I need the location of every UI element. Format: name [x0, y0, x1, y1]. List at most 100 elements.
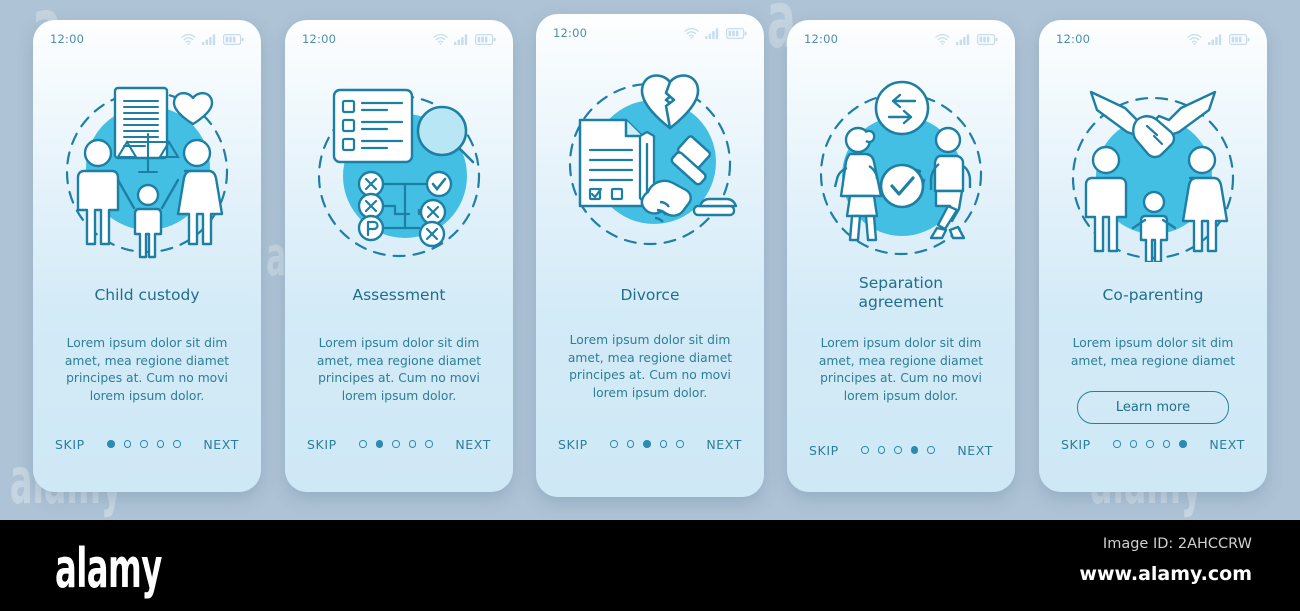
- screen-title-line-1: Separation: [858, 274, 944, 292]
- wifi-icon: [181, 33, 196, 45]
- next-button[interactable]: NEXT: [957, 443, 993, 458]
- status-bar: 12:00: [1039, 20, 1267, 58]
- next-button[interactable]: NEXT: [203, 437, 239, 452]
- illustration-broken-heart-gavel-document: [536, 52, 764, 274]
- pagination-dot-4[interactable]: [910, 446, 919, 454]
- battery-icon: [977, 34, 998, 45]
- skip-button[interactable]: SKIP: [1061, 437, 1091, 452]
- pagination-dot-2[interactable]: [123, 440, 132, 448]
- wifi-icon: [684, 27, 699, 39]
- wifi-icon: [433, 33, 448, 45]
- illustration-two-people-walking-apart-exchange: [787, 58, 1015, 280]
- status-bar: 12:00: [787, 20, 1015, 58]
- skip-button[interactable]: SKIP: [558, 437, 588, 452]
- screen-title-line: Child custody: [94, 286, 200, 304]
- pagination-dots: [107, 440, 181, 448]
- pagination-dot-5[interactable]: [173, 440, 181, 448]
- next-button[interactable]: NEXT: [455, 437, 491, 452]
- cellular-signal-icon: [1208, 33, 1223, 45]
- pagination-dot-5[interactable]: [425, 440, 433, 448]
- alamy-website-label: www.alamy.com: [1079, 563, 1252, 585]
- pagination-dot-4[interactable]: [1162, 440, 1171, 448]
- onboarding-footer: SKIP NEXT: [787, 439, 1015, 461]
- pagination-dot-1[interactable]: [107, 440, 115, 448]
- pagination-dot-3[interactable]: [643, 440, 651, 448]
- illustration-handshake-over-family: [1039, 58, 1267, 280]
- skip-button[interactable]: SKIP: [55, 437, 85, 452]
- cellular-signal-icon: [454, 33, 469, 45]
- screen-description: Lorem ipsum dolor sit dim amet, mea regi…: [64, 336, 230, 403]
- screen-title-line-2: agreement: [858, 293, 944, 311]
- pagination-dot-4[interactable]: [408, 440, 417, 448]
- cellular-signal-icon: [956, 33, 971, 45]
- skip-button[interactable]: SKIP: [307, 437, 337, 452]
- status-icons: [684, 27, 747, 39]
- wifi-icon: [1187, 33, 1202, 45]
- pagination-dots: [359, 440, 433, 448]
- pagination-dots: [610, 440, 684, 448]
- onboarding-footer: SKIP NEXT: [1039, 433, 1267, 455]
- next-button[interactable]: NEXT: [1209, 437, 1245, 452]
- pagination-dots: [1113, 440, 1187, 448]
- pagination-dot-3[interactable]: [1146, 440, 1154, 448]
- screen-description: Lorem ipsum dolor sit dim amet, mea regi…: [818, 336, 984, 403]
- learn-more-button[interactable]: Learn more: [1077, 391, 1229, 424]
- illustration-family-with-scales-of-justice: [33, 58, 261, 280]
- alamy-watermark-bar: alamy Image ID: 2AHCCRW www.alamy.com: [0, 520, 1300, 611]
- status-icons: [1187, 33, 1250, 45]
- onboarding-footer: SKIP NEXT: [285, 433, 513, 455]
- pagination-dot-4[interactable]: [156, 440, 165, 448]
- skip-button[interactable]: SKIP: [809, 443, 839, 458]
- onboarding-screens-stage: 12:00 Child custody Lorem ipsum dolor si…: [0, 0, 1300, 520]
- battery-icon: [223, 34, 244, 45]
- screen-title: Assessment: [299, 286, 499, 305]
- pagination-dot-2[interactable]: [375, 440, 384, 448]
- image-id-label: Image ID: 2AHCCRW: [1102, 536, 1252, 552]
- status-icons: [935, 33, 998, 45]
- pagination-dot-5[interactable]: [927, 446, 935, 454]
- pagination-dot-1[interactable]: [610, 440, 618, 448]
- pagination-dot-5[interactable]: [676, 440, 684, 448]
- status-clock: 12:00: [1056, 32, 1091, 46]
- pagination-dot-3[interactable]: [392, 440, 400, 448]
- status-clock: 12:00: [50, 32, 85, 46]
- pagination-dot-1[interactable]: [1113, 440, 1121, 448]
- pagination-dot-2[interactable]: [1129, 440, 1138, 448]
- pagination-dot-1[interactable]: [861, 446, 869, 454]
- screen-description: Lorem ipsum dolor sit dim amet, mea regi…: [567, 333, 733, 400]
- pagination-dot-3[interactable]: [894, 446, 902, 454]
- wifi-icon: [935, 33, 950, 45]
- cellular-signal-icon: [202, 33, 217, 45]
- pagination-dot-2[interactable]: [877, 446, 886, 454]
- screen-description: Lorem ipsum dolor sit dim amet, mea regi…: [1070, 336, 1236, 368]
- status-clock: 12:00: [553, 26, 588, 40]
- status-clock: 12:00: [804, 32, 839, 46]
- cellular-signal-icon: [705, 27, 720, 39]
- illustration-checklist-magnifier-decision-tree: [285, 58, 513, 280]
- pagination-dot-1[interactable]: [359, 440, 367, 448]
- screen-title-line: Co-parenting: [1102, 286, 1204, 304]
- onboarding-footer: SKIP NEXT: [33, 433, 261, 455]
- phone-screen-child-custody: 12:00 Child custody Lorem ipsum dolor si…: [33, 20, 261, 492]
- screen-title: Child custody: [47, 286, 247, 305]
- onboarding-footer: SKIP NEXT: [536, 433, 764, 455]
- status-icons: [433, 33, 496, 45]
- pagination-dot-2[interactable]: [626, 440, 635, 448]
- battery-icon: [726, 28, 747, 39]
- next-button[interactable]: NEXT: [706, 437, 742, 452]
- phone-screen-assessment: 12:00 Assessment Lorem ipsum dolor sit d…: [285, 20, 513, 492]
- battery-icon: [475, 34, 496, 45]
- pagination-dot-4[interactable]: [659, 440, 668, 448]
- status-clock: 12:00: [302, 32, 337, 46]
- pagination-dots: [861, 446, 935, 454]
- screen-title: Co-parenting: [1053, 286, 1253, 305]
- phone-screen-divorce: 12:00 Divorce Lorem ipsum dolor sit dim …: [536, 14, 764, 497]
- status-icons: [181, 33, 244, 45]
- screen-description: Lorem ipsum dolor sit dim amet, mea regi…: [316, 336, 482, 403]
- pagination-dot-5[interactable]: [1179, 440, 1187, 448]
- status-bar: 12:00: [536, 14, 764, 52]
- phone-screen-separation-agreement: 12:00 Separation agreement Lorem ipsum d…: [787, 20, 1015, 492]
- status-bar: 12:00: [285, 20, 513, 58]
- screen-title-line: Divorce: [620, 286, 680, 304]
- pagination-dot-3[interactable]: [140, 440, 148, 448]
